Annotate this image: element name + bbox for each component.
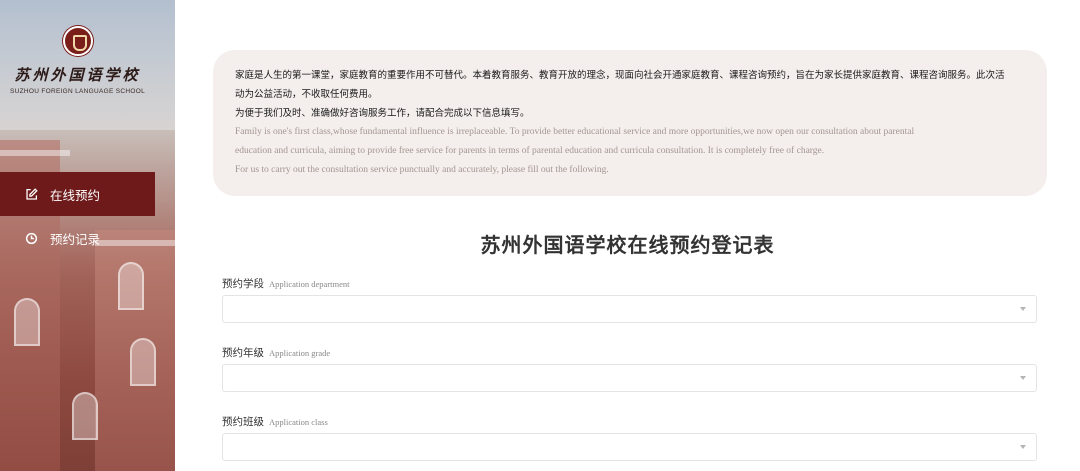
edit-icon [24, 187, 38, 201]
background-window [14, 298, 40, 346]
field-label-en: Application class [269, 417, 328, 427]
notice-text-en: Family is one's first class,whose fundam… [235, 127, 915, 137]
sidebar-item-label: 预约记录 [50, 232, 101, 247]
field-label-cn: 预约学段 [222, 278, 264, 290]
field-label-en: Application grade [269, 348, 331, 358]
grade-select[interactable] [222, 364, 1037, 392]
caret-down-icon [1020, 376, 1026, 380]
sidebar-item-booking-records[interactable]: 预约记录 [0, 216, 155, 260]
school-emblem-icon [62, 26, 93, 56]
logo-name-en: SUZHOU FOREIGN LANGUAGE SCHOOL [9, 88, 146, 95]
field-label-class: 预约班级 Application class [222, 414, 328, 429]
background-window [72, 392, 98, 440]
main-content: 家庭是人生的第一课堂，家庭教育的重要作用不可替代。本着教育服务、教育开放的理念，… [175, 0, 1080, 471]
sidebar-nav: 在线预约 预约记录 [0, 172, 155, 260]
sidebar-item-label: 在线预约 [50, 188, 101, 203]
sidebar: 苏州外国语学校 SUZHOU FOREIGN LANGUAGE SCHOOL 在… [0, 0, 175, 471]
notice-text-cn: 动为公益活动，不收取任何费用。 [235, 89, 378, 100]
caret-down-icon [1020, 445, 1026, 449]
field-label-department: 预约学段 Application department [222, 276, 350, 291]
notice-text-en: For us to carry out the consultation ser… [235, 165, 609, 175]
field-label-grade: 预约年级 Application grade [222, 345, 330, 360]
field-label-en: Application department [269, 279, 350, 289]
department-select[interactable] [222, 295, 1037, 323]
background-window [118, 262, 144, 310]
notice-text-en: education and curricula, aiming to provi… [235, 146, 825, 156]
class-select[interactable] [222, 433, 1037, 461]
notice-text-cn: 家庭是人生的第一课堂，家庭教育的重要作用不可替代。本着教育服务、教育开放的理念，… [235, 70, 1005, 81]
school-logo: 苏州外国语学校 SUZHOU FOREIGN LANGUAGE SCHOOL [0, 26, 155, 95]
caret-down-icon [1020, 307, 1026, 311]
field-label-cn: 预约班级 [222, 416, 264, 428]
background-beam [0, 150, 70, 156]
clock-icon [24, 231, 38, 245]
form-title: 苏州外国语学校在线预约登记表 [480, 235, 775, 257]
notice-box: 家庭是人生的第一课堂，家庭教育的重要作用不可替代。本着教育服务、教育开放的理念，… [213, 50, 1047, 196]
background-window [130, 338, 156, 386]
field-label-cn: 预约年级 [222, 347, 264, 359]
logo-name-cn: 苏州外国语学校 [14, 66, 141, 84]
notice-text-cn: 为便于我们及时、准确做好咨询服务工作，请配合完成以下信息填写。 [235, 108, 530, 119]
sidebar-item-online-booking[interactable]: 在线预约 [0, 172, 155, 216]
